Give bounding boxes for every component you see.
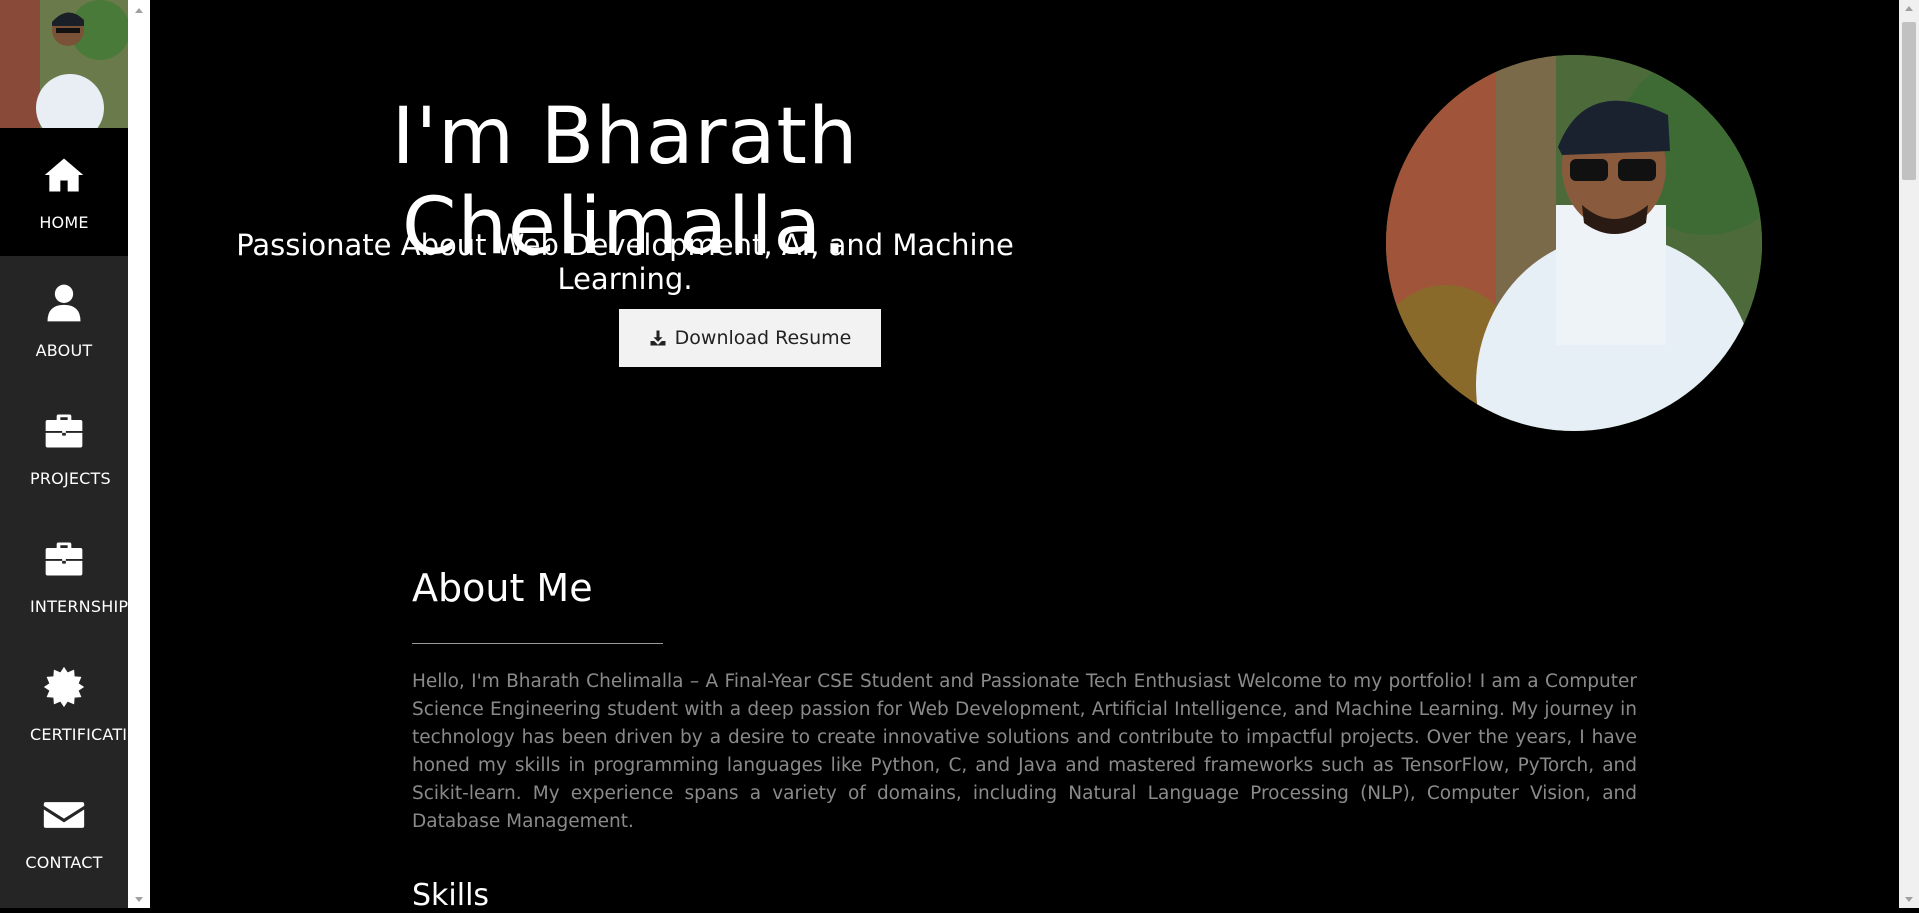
scroll-down-arrow-icon[interactable] [135, 897, 143, 902]
nav-label-internships: INTERNSHIPS [30, 596, 128, 616]
briefcase-icon [45, 414, 83, 447]
nav-label-certifications: CERTIFICATIONS [30, 724, 128, 744]
nav-about[interactable]: ABOUT [0, 256, 128, 384]
scroll-down-arrow-icon[interactable] [1905, 897, 1913, 902]
certificate-icon [43, 666, 85, 707]
download-resume-button[interactable]: Download Resume [619, 309, 881, 367]
nav-label-about: ABOUT [35, 340, 93, 360]
envelope-icon [43, 801, 85, 828]
nav-label-projects: PROJECTS [30, 468, 111, 488]
scroll-up-arrow-icon[interactable] [135, 8, 143, 13]
nav-label-home: HOME [39, 212, 89, 232]
main-content: I'm Bharath Chelimalla. Passionate About… [150, 0, 1899, 913]
hero-subtitle: Passionate About Web Development, AI, an… [236, 228, 1014, 296]
nav-home[interactable]: HOME [0, 128, 128, 256]
user-icon [47, 284, 81, 321]
nav-internships[interactable]: INTERNSHIPS [0, 512, 128, 640]
about-section-title: About Me [412, 566, 593, 610]
download-resume-label: Download Resume [674, 327, 852, 349]
scroll-up-arrow-icon[interactable] [1905, 6, 1913, 11]
hero-profile-photo [1386, 55, 1762, 431]
sidebar-scrollbar[interactable] [128, 0, 150, 908]
home-icon [44, 158, 84, 191]
nav-contact[interactable]: CONTACT [0, 768, 128, 896]
sidebar-profile-photo [0, 0, 128, 128]
scrollbar-thumb[interactable] [1902, 22, 1916, 180]
page-scrollbar[interactable] [1899, 0, 1919, 908]
nav-projects[interactable]: PROJECTS [0, 384, 128, 512]
nav-certifications[interactable]: CERTIFICATIONS [0, 640, 128, 768]
about-title-divider [412, 643, 663, 644]
about-body-text: Hello, I'm Bharath Chelimalla – A Final-… [412, 671, 1637, 832]
briefcase-icon [45, 542, 83, 575]
nav-label-contact: CONTACT [25, 852, 103, 872]
download-icon [650, 330, 666, 346]
sidebar: HOME ABOUT PROJECTS INTERNSHIPS CERTIFIC… [0, 0, 128, 908]
